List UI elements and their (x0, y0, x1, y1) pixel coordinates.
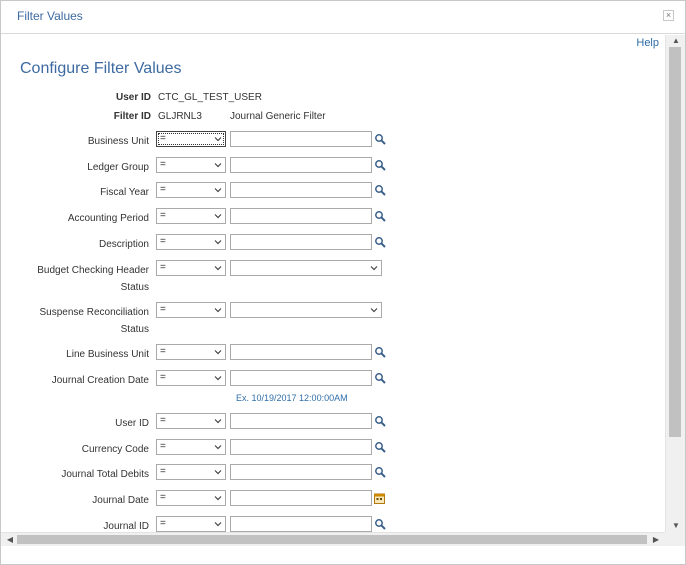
accounting-period-label: Accounting Period (67, 213, 149, 224)
user-id-input[interactable] (230, 413, 372, 429)
journal-total-debits-label: Journal Total Debits (61, 469, 149, 480)
scroll-right-icon[interactable]: ▶ (649, 533, 663, 547)
chevron-down-icon (214, 308, 222, 313)
budget-checking-header-label: Budget Checking Header (37, 265, 149, 276)
chevron-down-icon (214, 240, 222, 245)
journal-date-operator-select[interactable]: = (156, 490, 226, 506)
chevron-down-icon (214, 522, 222, 527)
horizontal-scroll-thumb[interactable] (17, 535, 647, 544)
chevron-down-icon (214, 266, 222, 271)
journal-id-input[interactable] (230, 516, 372, 532)
chevron-down-icon (370, 308, 378, 313)
journal-id-operator-select[interactable]: = (156, 516, 226, 532)
fiscal-year-label: Fiscal Year (100, 187, 149, 198)
journal-creation-date-input[interactable] (230, 370, 372, 386)
accounting-period-input[interactable] (230, 208, 372, 224)
page-title: Configure Filter Values (20, 60, 182, 77)
magnifier-icon[interactable] (374, 518, 386, 530)
fiscal-year-operator-select[interactable]: = (156, 182, 226, 198)
suspense-reconciliation-label: Suspense Reconciliation (39, 307, 149, 318)
magnifier-icon[interactable] (374, 372, 386, 384)
suspense-reconciliation-operator-select[interactable]: = (156, 302, 226, 318)
filter-id-value: GLJRNL3 (158, 111, 202, 122)
user-id-value: CTC_GL_TEST_USER (158, 92, 262, 103)
journal-creation-date-operator-select[interactable]: = (156, 370, 226, 386)
help-link[interactable]: Help (636, 37, 659, 49)
budget-checking-value-select[interactable] (230, 260, 382, 276)
journal-id-label: Journal ID (103, 521, 149, 532)
vertical-scroll-thumb[interactable] (669, 47, 681, 437)
filter-values-dialog: Filter Values × Help Configure Filter Va… (0, 0, 686, 565)
chevron-down-icon (214, 350, 222, 355)
chevron-down-icon (214, 214, 222, 219)
magnifier-icon[interactable] (374, 133, 386, 145)
currency-code-input[interactable] (230, 439, 372, 455)
calendar-icon[interactable] (374, 493, 385, 504)
magnifier-icon[interactable] (374, 415, 386, 427)
accounting-period-operator-select[interactable]: = (156, 208, 226, 224)
magnifier-icon[interactable] (374, 184, 386, 196)
journal-creation-date-label: Journal Creation Date (51, 375, 149, 386)
chevron-down-icon (214, 496, 222, 501)
magnifier-icon[interactable] (374, 236, 386, 248)
journal-total-debits-operator-select[interactable]: = (156, 464, 226, 480)
description-input[interactable] (230, 234, 372, 250)
chevron-down-icon (214, 188, 222, 193)
scroll-left-icon[interactable]: ◀ (3, 533, 17, 547)
magnifier-icon[interactable] (374, 441, 386, 453)
ledger-group-label: Ledger Group (87, 162, 149, 173)
journal-date-input[interactable] (230, 490, 372, 506)
date-format-hint: Ex. 10/19/2017 12:00:00AM (236, 393, 348, 403)
line-business-unit-label: Line Business Unit (66, 349, 149, 360)
horizontal-scrollbar[interactable]: ◀ ▶ (1, 532, 665, 546)
currency-code-operator-select[interactable]: = (156, 439, 226, 455)
line-business-unit-input[interactable] (230, 344, 372, 360)
user-id-label: User ID (115, 92, 151, 103)
journal-date-label: Journal Date (92, 495, 149, 506)
chevron-down-icon (214, 376, 222, 381)
budget-checking-status-label: Status (120, 282, 149, 293)
dialog-title: Filter Values (17, 9, 83, 23)
scroll-up-icon[interactable]: ▲ (666, 35, 686, 47)
magnifier-icon[interactable] (374, 346, 386, 358)
user-id-filter-label: User ID (115, 418, 149, 429)
budget-checking-operator-select[interactable]: = (156, 260, 226, 276)
chevron-down-icon (214, 419, 222, 424)
magnifier-icon[interactable] (374, 159, 386, 171)
dialog-content: Help Configure Filter Values User ID CTC… (1, 35, 665, 532)
chevron-down-icon (214, 163, 222, 168)
vertical-scrollbar[interactable]: ▲ ▼ (665, 35, 685, 532)
chevron-down-icon (214, 137, 222, 142)
chevron-down-icon (214, 470, 222, 475)
suspense-status-label: Status (120, 324, 149, 335)
line-business-unit-operator-select[interactable]: = (156, 344, 226, 360)
chevron-down-icon (370, 266, 378, 271)
magnifier-icon[interactable] (374, 210, 386, 222)
user-id-operator-select[interactable]: = (156, 413, 226, 429)
fiscal-year-input[interactable] (230, 182, 372, 198)
scrollbar-corner (665, 532, 685, 546)
ledger-group-input[interactable] (230, 157, 372, 173)
business-unit-input[interactable] (230, 131, 372, 147)
filter-id-label: Filter ID (113, 111, 151, 122)
currency-code-label: Currency Code (81, 444, 149, 455)
close-icon[interactable]: × (663, 10, 674, 21)
suspense-reconciliation-value-select[interactable] (230, 302, 382, 318)
description-operator-select[interactable]: = (156, 234, 226, 250)
business-unit-operator-select[interactable]: = (156, 131, 226, 147)
journal-total-debits-input[interactable] (230, 464, 372, 480)
ledger-group-operator-select[interactable]: = (156, 157, 226, 173)
scroll-down-icon[interactable]: ▼ (666, 520, 686, 532)
description-label: Description (98, 239, 149, 250)
filter-description: Journal Generic Filter (230, 111, 326, 122)
dialog-titlebar: Filter Values × (1, 1, 685, 34)
magnifier-icon[interactable] (374, 466, 386, 478)
chevron-down-icon (214, 445, 222, 450)
business-unit-label: Business Unit (87, 136, 149, 147)
